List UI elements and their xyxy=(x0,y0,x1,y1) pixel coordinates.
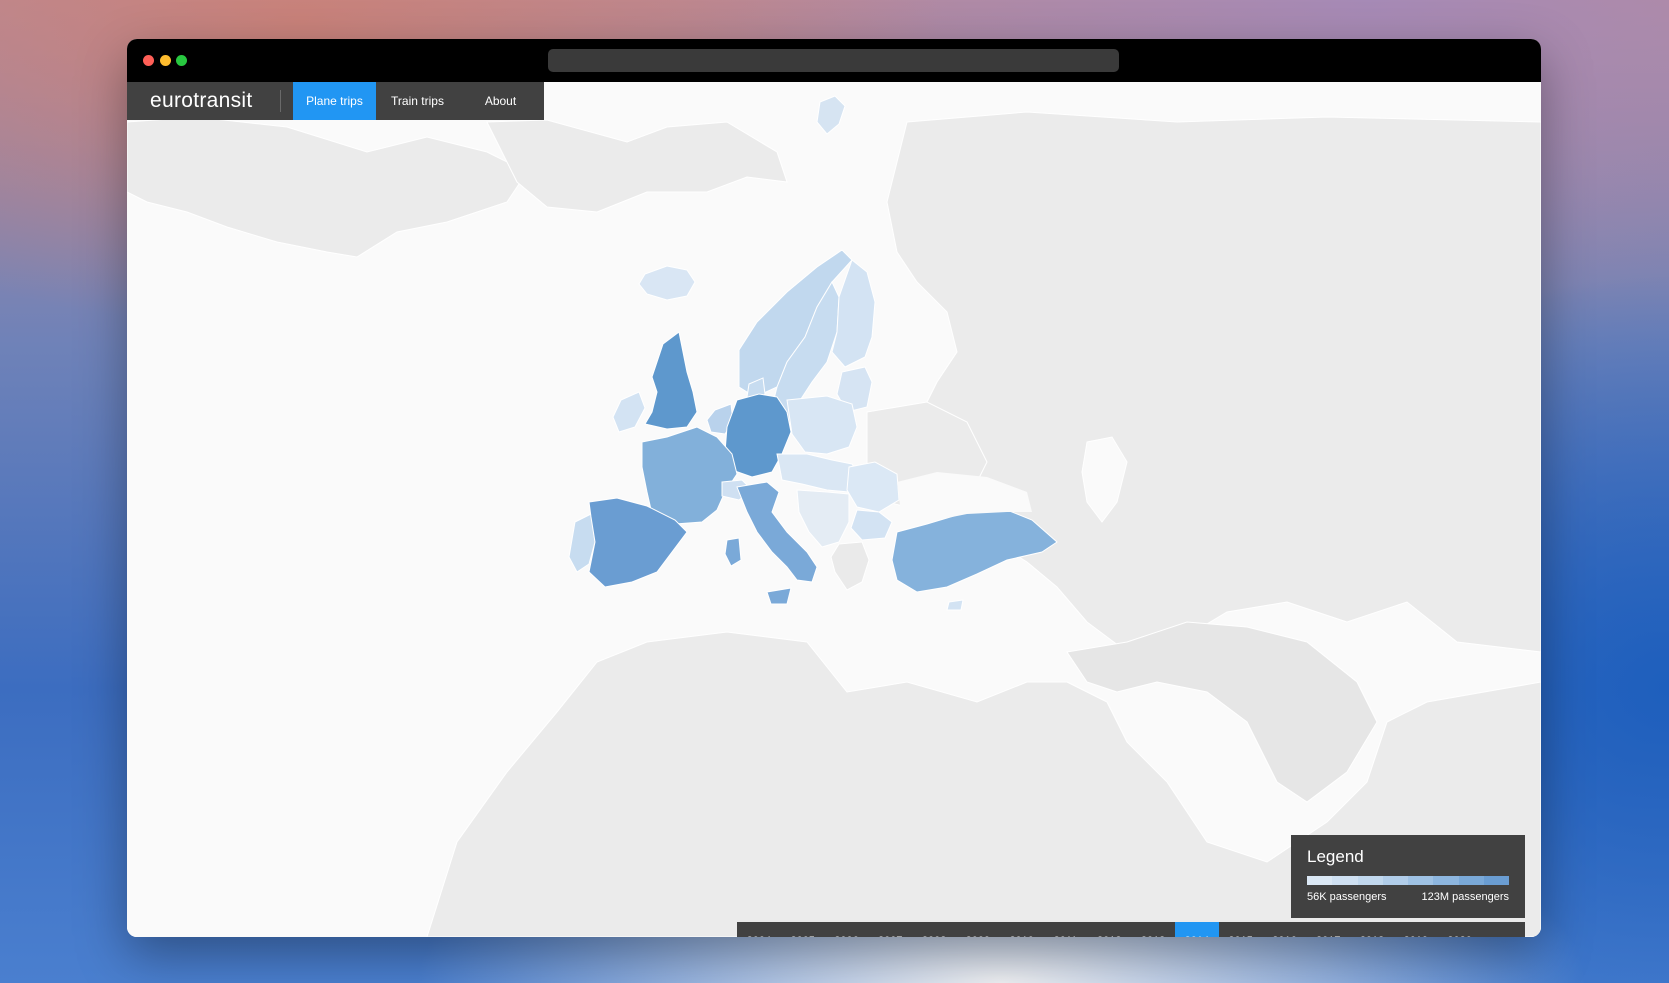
browser-window: eurotransit Plane trips Train trips Abou… xyxy=(127,39,1541,937)
nav-about[interactable]: About xyxy=(459,82,542,120)
legend-swatch-4 xyxy=(1408,876,1434,885)
year-2014[interactable]: 2014 xyxy=(1174,922,1219,937)
year-2017[interactable]: 2017 xyxy=(1306,922,1350,937)
legend-swatch-3 xyxy=(1382,876,1408,885)
year-timeline: 2004 2005 2006 2007 2008 2009 2010 2011 … xyxy=(737,922,1525,937)
legend-swatch-2 xyxy=(1357,876,1383,885)
app-logo[interactable]: eurotransit xyxy=(127,89,280,113)
year-2004[interactable]: 2004 xyxy=(737,922,781,937)
nav-train-trips[interactable]: Train trips xyxy=(376,82,459,120)
year-2012[interactable]: 2012 xyxy=(1087,922,1131,937)
play-button[interactable]: ▶ xyxy=(1482,922,1525,937)
year-2013[interactable]: 2013 xyxy=(1131,922,1175,937)
legend-swatch-0 xyxy=(1307,876,1333,885)
legend-labels: 56K passengers 123M passengers xyxy=(1307,891,1509,903)
close-window-button[interactable] xyxy=(143,55,154,66)
zoom-window-button[interactable] xyxy=(176,55,187,66)
legend-swatch-1 xyxy=(1332,876,1358,885)
nav-plane-trips[interactable]: Plane trips xyxy=(293,82,376,120)
map-legend: Legend 56K passengers 123M passengers xyxy=(1291,835,1525,918)
legend-title: Legend xyxy=(1307,847,1364,866)
year-2019[interactable]: 2019 xyxy=(1394,922,1438,937)
legend-swatch-7 xyxy=(1483,876,1509,885)
year-2015[interactable]: 2015 xyxy=(1219,922,1263,937)
title-bar xyxy=(127,39,1541,82)
legend-swatch-6 xyxy=(1458,876,1484,885)
legend-max-label: 123M passengers xyxy=(1421,891,1509,903)
top-nav: eurotransit Plane trips Train trips Abou… xyxy=(127,82,544,120)
nav-divider xyxy=(280,90,281,112)
year-2009[interactable]: 2009 xyxy=(956,922,1000,937)
year-2018[interactable]: 2018 xyxy=(1350,922,1394,937)
year-2016[interactable]: 2016 xyxy=(1263,922,1307,937)
year-2006[interactable]: 2006 xyxy=(825,922,869,937)
year-2008[interactable]: 2008 xyxy=(912,922,956,937)
legend-color-ramp xyxy=(1307,876,1509,885)
year-2007[interactable]: 2007 xyxy=(868,922,912,937)
legend-min-label: 56K passengers xyxy=(1307,891,1387,903)
year-2010[interactable]: 2010 xyxy=(1000,922,1044,937)
play-icon: ▶ xyxy=(1499,934,1508,937)
year-2005[interactable]: 2005 xyxy=(781,922,825,937)
year-2011[interactable]: 2011 xyxy=(1044,922,1088,937)
app-content: eurotransit Plane trips Train trips Abou… xyxy=(127,82,1541,937)
year-2020[interactable]: 2020 xyxy=(1438,922,1482,937)
legend-swatch-5 xyxy=(1433,876,1459,885)
country-cyprus[interactable] xyxy=(946,599,964,611)
address-bar[interactable] xyxy=(548,49,1119,72)
minimize-window-button[interactable] xyxy=(160,55,171,66)
europe-map[interactable] xyxy=(127,82,1541,937)
